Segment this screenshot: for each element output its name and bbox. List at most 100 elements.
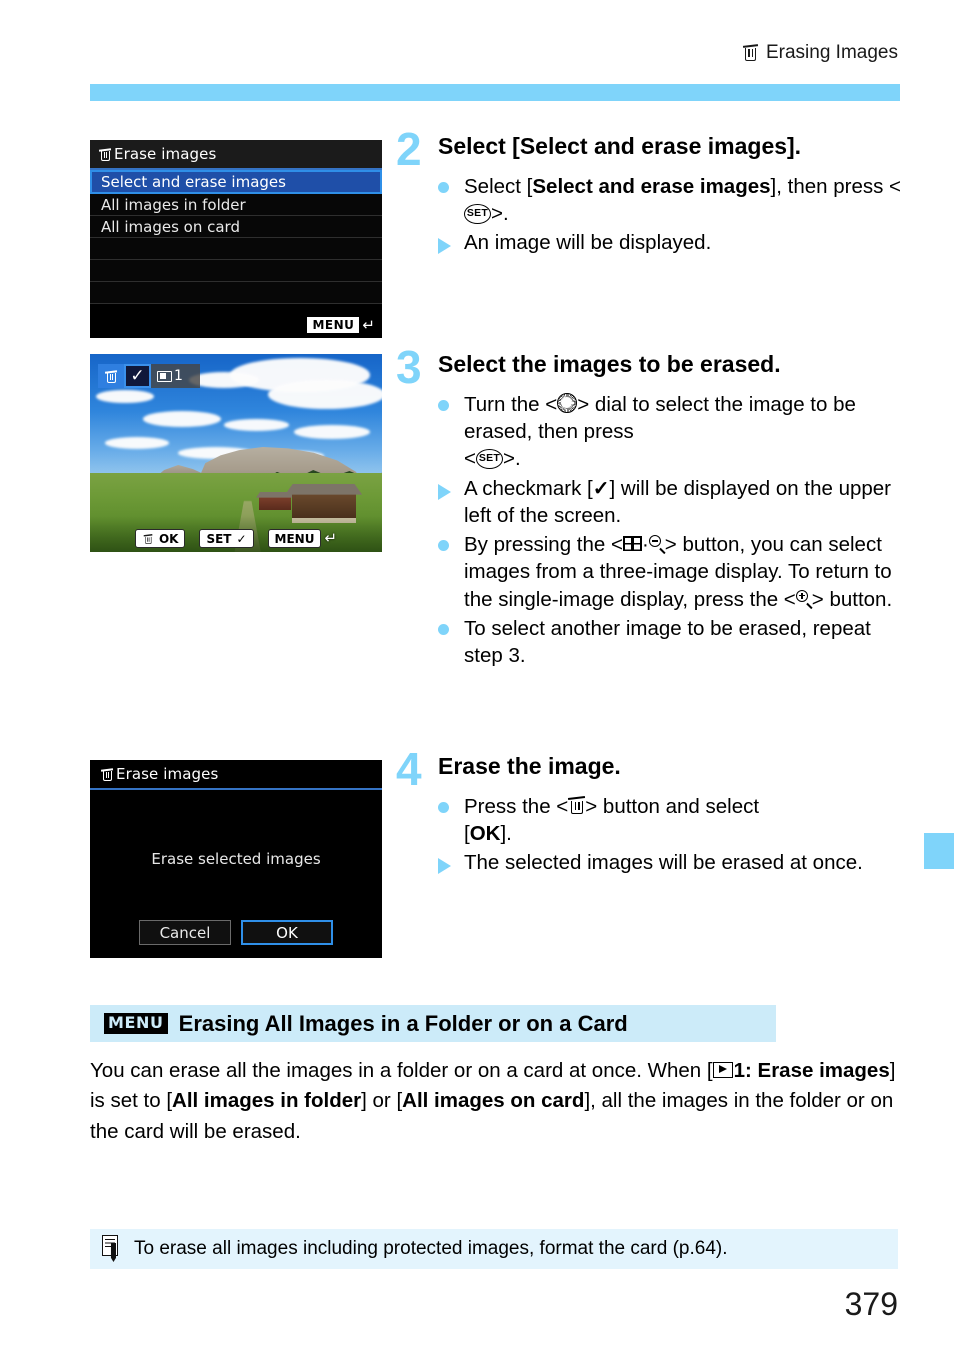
menu-footer: MENU ↵ <box>307 317 375 333</box>
menu-item-empty <box>90 282 382 304</box>
cabin-main <box>285 483 363 519</box>
step-2-number: 2 <box>396 123 422 175</box>
menu-icon: MENU <box>104 1013 168 1034</box>
image-selection-bottombar: OK SET ✓ MENU ↵ <box>90 529 382 548</box>
step-3-number: 3 <box>396 341 422 393</box>
ok-button[interactable]: OK <box>241 920 333 945</box>
bullet-text: An image will be displayed. <box>464 231 712 255</box>
step-3: 3 Select the images to be erased. Turn t… <box>396 341 906 671</box>
menu-title: Erase images <box>114 145 217 163</box>
menu-back-button[interactable]: MENU ↵ <box>267 529 338 548</box>
bullet-triangle-icon <box>438 229 455 255</box>
note-text: To erase all images including protected … <box>134 1238 728 1259</box>
bullet-dot-icon <box>438 615 455 635</box>
section-heading: MENU Erasing All Images in a Folder or o… <box>90 1005 776 1042</box>
bullet-text: The selected images will be erased at on… <box>464 851 863 875</box>
image-count: 1 <box>157 368 183 384</box>
menu-item-empty <box>90 260 382 282</box>
bullet-dot-icon <box>438 173 455 193</box>
bullet: Turn the < > dial to select the image to … <box>438 391 906 473</box>
trash-icon <box>143 534 153 545</box>
note-box: To erase all images including protected … <box>90 1229 898 1269</box>
bullet-text: Press the < > button and select [OK]. <box>464 794 760 846</box>
header-rule <box>90 84 900 101</box>
bullet: An image will be displayed. <box>438 229 906 256</box>
side-tab-marker <box>924 833 954 869</box>
screenshot-erase-confirm: Erase images Erase selected images Cance… <box>90 760 382 958</box>
menu-list: Select and erase images All images in fo… <box>90 170 382 304</box>
step-4-title: Erase the image. <box>438 753 621 779</box>
step-3-head: 3 Select the images to be erased. <box>396 341 906 393</box>
folder-icon <box>157 370 172 382</box>
bullet: To select another image to be erased, re… <box>438 615 906 670</box>
step-2-head: 2 Select [Select and erase images]. <box>396 123 906 175</box>
dialog-title-text: Erase images <box>116 765 219 783</box>
section-body: You can erase all the images in a folder… <box>90 1059 896 1143</box>
step-4-number: 4 <box>396 743 422 795</box>
cancel-button[interactable]: Cancel <box>139 920 231 945</box>
trash-icon <box>568 795 586 815</box>
cabin-small <box>256 491 295 511</box>
screenshot-erase-menu: Erase images Select and erase images All… <box>90 140 382 338</box>
bullet-text: Turn the < > dial to select the image to … <box>464 392 856 471</box>
trash-icon <box>98 147 112 163</box>
step-3-body: Turn the < > dial to select the image to … <box>438 391 906 670</box>
screenshot-image-selection: ✓ 1 OK SET ✓ MENU ↵ <box>90 354 382 552</box>
step-2-body: Select [Select and erase images], then p… <box>438 173 906 257</box>
step-3-title: Select the images to be erased. <box>438 351 781 377</box>
menu-titlebar: Erase images <box>90 140 382 170</box>
return-arrow-icon: ↵ <box>324 529 338 547</box>
step-2: 2 Select [Select and erase images]. Sele… <box>396 123 906 259</box>
checkmark-icon: ✓ <box>236 531 247 546</box>
bullet: Press the < > button and select [OK]. <box>438 793 906 848</box>
menu-item-all-images-in-folder[interactable]: All images in folder <box>90 194 382 216</box>
note-pencil-icon <box>100 1235 122 1263</box>
dial-icon <box>557 393 578 414</box>
image-selection-toolbar: ✓ 1 <box>98 364 200 388</box>
set-button-icon: SET <box>475 448 503 469</box>
bullet-text: Select [Select and erase images], then p… <box>464 174 902 226</box>
bullet-text: A checkmark [✓] will be displayed on the… <box>464 476 892 527</box>
bullet-text: To select another image to be erased, re… <box>464 616 871 668</box>
page-number: 379 <box>844 1286 898 1322</box>
bullet-dot-icon <box>438 531 455 552</box>
menu-item-select-and-erase[interactable]: Select and erase images <box>90 170 382 194</box>
bullet: By pressing the < · > button, you can sele… <box>438 531 906 613</box>
playback-icon <box>712 1061 733 1078</box>
checkmark-icon[interactable]: ✓ <box>124 364 151 388</box>
bullet-text: By pressing the < · > button, you can sele… <box>464 533 893 611</box>
trash-icon <box>742 44 759 62</box>
magnify-plus-icon <box>795 589 812 607</box>
section-heading-title: Erasing All Images in a Folder or on a C… <box>178 1010 628 1036</box>
magnify-minus-icon <box>648 535 665 552</box>
bullet: A checkmark [✓] will be displayed on the… <box>438 475 906 530</box>
trash-icon[interactable] <box>98 364 124 388</box>
menu-item-empty <box>90 238 382 260</box>
cloud <box>104 437 169 450</box>
cloud <box>268 379 382 410</box>
step-2-title: Select [Select and erase images]. <box>438 133 802 159</box>
bullet-dot-icon <box>438 793 455 813</box>
trash-icon <box>100 767 114 783</box>
step-4-head: 4 Erase the image. <box>396 743 906 795</box>
bullet-triangle-icon <box>438 849 455 875</box>
bullet: The selected images will be erased at on… <box>438 849 906 876</box>
image-count-label: 1 <box>174 368 183 384</box>
dialog-buttons: Cancel OK <box>90 920 382 945</box>
step-4-body: Press the < > button and select [OK]. The … <box>438 793 906 877</box>
bullet: Select [Select and erase images], then p… <box>438 173 906 228</box>
return-arrow-icon: ↵ <box>362 315 375 334</box>
index-display-icon <box>622 536 642 552</box>
menu-item-all-images-on-card[interactable]: All images on card <box>90 216 382 238</box>
erase-ok-button[interactable]: OK <box>134 529 186 548</box>
bullet-triangle-icon <box>438 475 455 500</box>
step-4: 4 Erase the image. Press the < > button a… <box>396 743 906 879</box>
bullet-dot-icon <box>438 391 455 411</box>
set-check-button[interactable]: SET ✓ <box>199 529 254 548</box>
dialog-titlebar: Erase images <box>90 760 382 790</box>
page-header-title: Erasing Images <box>765 42 898 63</box>
dialog-message: Erase selected images <box>151 850 321 868</box>
menu-button-badge[interactable]: MENU <box>307 317 360 333</box>
page-header: Erasing Images <box>742 42 898 64</box>
checkmark-icon: ✓ <box>592 478 610 501</box>
